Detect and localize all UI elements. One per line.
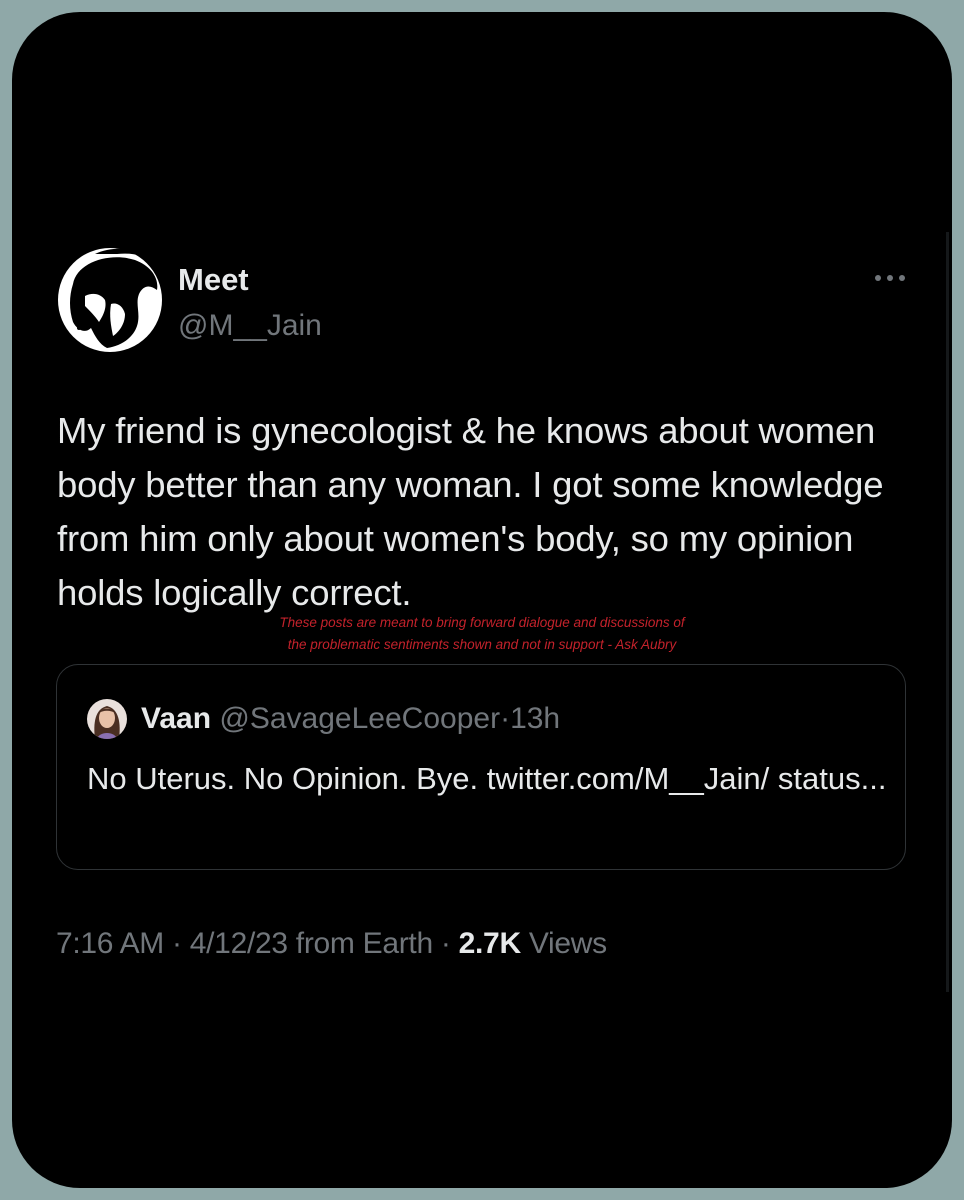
disclaimer-line-2: the problematic sentiments shown and not… bbox=[287, 637, 677, 652]
tweet-text: My friend is gynecologist & he knows abo… bbox=[57, 410, 884, 613]
edge-divider bbox=[946, 232, 949, 992]
quoted-tweet-card[interactable]: Vaan @SavageLeeCooper·13h No Uterus. No … bbox=[56, 664, 906, 870]
quoted-tweet-header: Vaan @SavageLeeCooper·13h bbox=[141, 699, 560, 739]
meta-separator-2: · bbox=[440, 927, 451, 960]
quoted-author-handle[interactable]: @SavageLeeCooper bbox=[219, 702, 500, 735]
disclaimer-watermark: These posts are meant to bring forward d… bbox=[152, 612, 812, 656]
tweet-date-source: 4/12/23 from Earth bbox=[189, 927, 433, 960]
tweet-card: Meet @M__Jain My friend is gynecologist … bbox=[12, 12, 952, 1188]
portrait-avatar-icon bbox=[87, 699, 127, 739]
author-handle[interactable]: @M__Jain bbox=[178, 308, 322, 344]
views-count[interactable]: 2.7K bbox=[459, 927, 521, 960]
author-display-name[interactable]: Meet bbox=[178, 262, 249, 298]
more-horizontal-icon bbox=[875, 275, 905, 281]
quoted-author-name[interactable]: Vaan bbox=[141, 702, 211, 735]
views-label: Views bbox=[528, 927, 607, 960]
quoted-timestamp[interactable]: 13h bbox=[510, 702, 560, 735]
quoted-tweet-text: No Uterus. No Opinion. Bye. twitter.com/… bbox=[87, 761, 887, 796]
disclaimer-line-1: These posts are meant to bring forward d… bbox=[279, 615, 685, 630]
tweet-metadata: 7:16 AM · 4/12/23 from Earth · 2.7K View… bbox=[56, 924, 607, 964]
quoted-separator: · bbox=[500, 702, 511, 735]
author-avatar[interactable] bbox=[55, 244, 165, 354]
tweet-time[interactable]: 7:16 AM bbox=[56, 927, 164, 960]
meta-separator-1: · bbox=[172, 927, 182, 960]
quoted-author-avatar[interactable] bbox=[87, 699, 127, 739]
more-options-button[interactable] bbox=[868, 256, 912, 300]
silhouette-avatar-icon bbox=[58, 248, 163, 352]
